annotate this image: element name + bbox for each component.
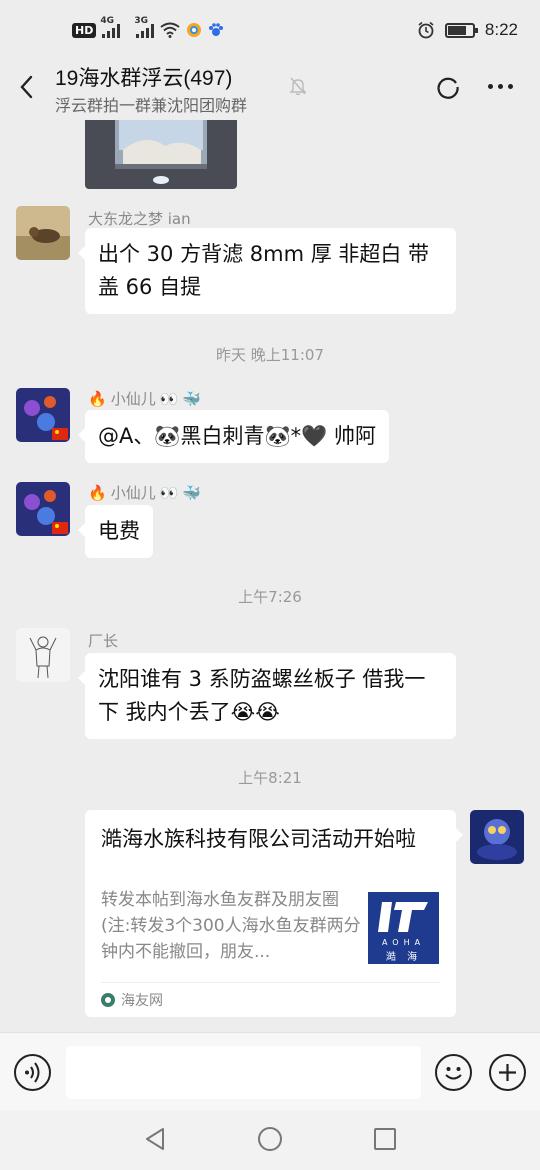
chat-subtitle[interactable]: 浮云群拍一群兼沈阳团购群 — [55, 92, 247, 116]
signal-icon-2: 3G — [134, 16, 155, 38]
avatar-xiaoxian[interactable] — [16, 388, 70, 442]
status-left: HD 4G 3G — [72, 16, 224, 38]
back-arrow-icon[interactable] — [14, 72, 40, 102]
message-line: 下 我内个丢了😭😭 — [98, 700, 280, 724]
image-message[interactable] — [85, 120, 237, 189]
clock-time: 8:22 — [484, 20, 518, 39]
card-title: 澔海水族科技有限公司活动开始啦 — [101, 827, 416, 851]
chat-title[interactable]: 19海水群浮云(497) — [55, 62, 232, 92]
card-divider — [101, 982, 440, 983]
sender-name: 🔥 小仙儿 👀 🐳 — [88, 389, 202, 409]
logo-letters: AOHA — [381, 938, 426, 947]
message-text: @A、🐼黑白刺青🐼*🖤 帅阿 — [98, 424, 376, 448]
baidu-paw-icon — [209, 23, 224, 36]
avatar-xiaoxian[interactable] — [16, 482, 70, 536]
message-line: 出个 30 方背滤 8mm 厚 非超白 带 — [98, 242, 430, 266]
app-notification-icon — [187, 23, 202, 37]
voice-icon[interactable] — [14, 1054, 51, 1091]
card-description: 转发本帖到海水鱼友群及朋友圈(注:转发3个300人海水鱼友群两分钟内不能撤回，朋… — [101, 890, 361, 962]
card-source: 海友网 — [101, 990, 163, 1010]
message-bubble[interactable]: 沈阳谁有 3 系防盗螺丝板子 借我一 下 我内个丢了😭😭 — [78, 653, 456, 739]
message-bubble[interactable]: 电费 — [78, 505, 153, 558]
circle-icon[interactable] — [436, 75, 460, 99]
plus-icon[interactable] — [489, 1054, 526, 1091]
chat-area[interactable]: 大东龙之梦 ian 出个 30 方背滤 8mm 厚 非超白 带 盖 66 自提 … — [0, 120, 540, 1032]
link-card[interactable]: 澔海水族科技有限公司活动开始啦 转发本帖到海水鱼友群及朋友圈(注:转发3个300… — [85, 810, 463, 1017]
eyes-badge: 👀 — [159, 389, 179, 408]
sender-name: 🔥 小仙儿 👀 🐳 — [88, 483, 202, 503]
nav-back-icon[interactable] — [144, 1127, 166, 1151]
eyes-badge: 👀 — [159, 483, 179, 502]
battery-fill — [447, 25, 466, 35]
nav-recent-icon[interactable] — [374, 1128, 396, 1150]
message-bubble[interactable]: @A、🐼黑白刺青🐼*🖤 帅阿 — [78, 410, 389, 463]
more-icon[interactable] — [488, 84, 513, 89]
sender-name: 大东龙之梦 ian — [88, 210, 191, 228]
message-text: 电费 — [98, 519, 140, 543]
whale-badge: 🐳 — [182, 389, 202, 408]
battery-icon — [444, 22, 478, 38]
fire-badge: 🔥 — [88, 389, 107, 408]
mute-bell-icon — [289, 77, 307, 96]
chat-header: 19海水群浮云(497) 浮云群拍一群兼沈阳团购群 — [0, 56, 540, 120]
timestamp: 上午8:21 — [238, 769, 302, 787]
nav-home-icon[interactable] — [258, 1127, 282, 1151]
message-line: 沈阳谁有 3 系防盗螺丝板子 借我一 — [98, 667, 426, 691]
message-line: 盖 66 自提 — [98, 275, 202, 299]
message-input[interactable] — [66, 1046, 421, 1099]
avatar-self[interactable] — [470, 810, 524, 864]
sender-name: 厂长 — [88, 632, 119, 650]
message-bubble[interactable]: 出个 30 方背滤 8mm 厚 非超白 带 盖 66 自提 — [78, 228, 456, 314]
avatar-dadong[interactable] — [16, 206, 70, 260]
signal-icon: 4G — [100, 16, 121, 38]
source-logo-icon — [101, 993, 115, 1007]
source-name: 海友网 — [121, 993, 163, 1009]
hd-badge: HD — [72, 22, 97, 38]
input-bar — [0, 1032, 540, 1110]
avatar-changzhang[interactable] — [16, 628, 70, 682]
logo-chinese: 澔 海 — [385, 952, 422, 963]
whale-badge: 🐳 — [182, 483, 202, 502]
status-right: 8:22 — [417, 20, 518, 40]
timestamp: 昨天 晚上11:07 — [216, 346, 324, 364]
aquarium-photo — [85, 120, 237, 189]
card-logo-thumbnail: AOHA 澔 海 — [368, 892, 439, 964]
timestamp: 上午7:26 — [238, 588, 302, 606]
fire-badge: 🔥 — [88, 483, 107, 502]
wifi-icon — [160, 22, 180, 38]
system-nav-bar — [0, 1110, 540, 1170]
emoji-icon[interactable] — [435, 1054, 472, 1091]
alarm-icon — [418, 21, 434, 39]
